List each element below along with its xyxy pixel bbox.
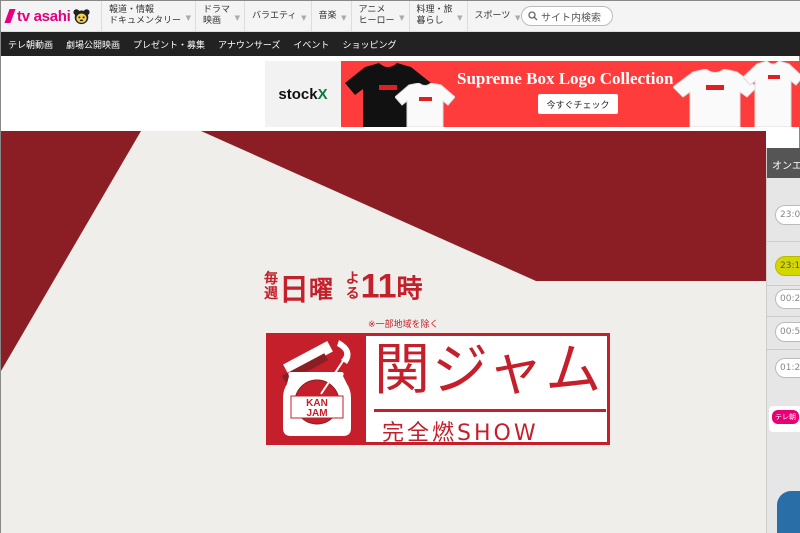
top-nav: tv asahi 報道・情報 ドキュメンタリー ▼ ドラマ 映画 ▼ バラエティ ▼ … [1, 0, 800, 32]
chevron-down-icon: ▼ [301, 13, 307, 22]
divider [767, 349, 800, 350]
title-divider [374, 409, 606, 412]
white-tshirt-image-3 [743, 61, 800, 127]
subnav-item-announcers[interactable]: アナウンサーズ [218, 38, 280, 51]
schedule-day: 日 [279, 273, 309, 308]
schedule-every-2: 週 [264, 286, 278, 302]
schedule-every: 毎週 [263, 272, 279, 302]
chevron-down-icon: ▼ [185, 13, 192, 22]
sub-nav: テレ朝動画 劇場公開映画 プレゼント・募集 アナウンサーズ イベント ショッピン… [1, 32, 800, 56]
gorilla-mascot-icon [73, 8, 91, 24]
ad-brand-x: X [317, 85, 328, 103]
stockx-logo: stock X [265, 61, 341, 127]
time-slot[interactable]: 23:00 [775, 205, 800, 225]
divider [767, 241, 800, 242]
search-placeholder: サイト内検索 [541, 12, 601, 24]
nav-label: 報道・情報 ドキュメンタリー [109, 5, 182, 26]
schedule-hour-suffix: 時 [396, 274, 423, 305]
logo-badge-jam: JAM [306, 408, 327, 419]
nav-anime-hero[interactable]: アニメ ヒーロー ▼ [350, 0, 409, 32]
logo-text: tv asahi [17, 7, 71, 25]
nav-label: アニメ ヒーロー [358, 5, 395, 26]
divider [767, 316, 800, 317]
chevron-down-icon: ▼ [457, 13, 463, 22]
ad-brand-prefix: stock [278, 85, 318, 103]
nav-label: ドラマ 映画 [203, 5, 231, 26]
onair-side-panel[interactable]: オンエア 23:00 23:15 00:20 00:50 01:20 [766, 148, 800, 533]
nav-variety[interactable]: バラエティ ▼ [244, 0, 310, 32]
program-subtitle: 完全燃SHOW [382, 421, 539, 446]
person-thumbnail [777, 491, 800, 533]
schedule-night: よる [345, 272, 361, 302]
subnav-item-movies[interactable]: 劇場公開映画 [66, 38, 120, 51]
subnav-item-tv-douga[interactable]: テレ朝動画 [8, 38, 53, 51]
logo-jar-panel: KAN JAM [269, 336, 366, 442]
logo-slash-icon [4, 9, 16, 23]
hero-banner[interactable]: 毎週日曜 よる11時 ※一部地域を除く KAN JAM 関ジャム 完全燃SHOW [1, 131, 766, 533]
nav-label: バラエティ [252, 10, 297, 21]
region-note: ※一部地域を除く [368, 320, 439, 330]
ad-title: Supreme Box Logo Collection [457, 69, 674, 88]
nav-drama-movie[interactable]: ドラマ 映画 ▼ [195, 0, 244, 32]
ad-banner[interactable]: stock X Supreme Box Logo Collection 今すぐチェ… [265, 61, 800, 127]
subnav-item-present[interactable]: プレゼント・募集 [133, 38, 205, 51]
nav-news-documentary[interactable]: 報道・情報 ドキュメンタリー ▼ [101, 0, 195, 32]
chevron-down-icon: ▼ [234, 13, 241, 22]
time-slot[interactable]: 00:50 [775, 322, 800, 342]
ad-cta-button[interactable]: 今すぐチェック [538, 94, 618, 114]
schedule-hour: 11 [360, 267, 397, 306]
tv-asahi-logo[interactable]: tv asahi [1, 1, 101, 32]
white-tshirt-image [395, 83, 455, 127]
schedule-every-1: 毎 [264, 271, 278, 287]
broadcast-schedule: 毎週日曜 よる11時 [263, 265, 423, 309]
nav-label: 料理・旅 暮らし [416, 5, 453, 26]
divider [767, 285, 800, 286]
tele-asa-badge[interactable]: テレ朝 [769, 406, 800, 432]
nav-music[interactable]: 音楽 ▼ [310, 0, 351, 32]
chevron-down-icon: ▼ [514, 13, 521, 22]
side-panel-heading: オンエア [767, 148, 800, 178]
badge-label: テレ朝 [772, 410, 799, 424]
search-icon [528, 11, 538, 21]
hero-background [1, 131, 766, 533]
chevron-down-icon: ▼ [399, 13, 405, 22]
time-slot[interactable]: 00:20 [775, 289, 800, 309]
schedule-day-suffix: 曜 [309, 275, 333, 304]
nav-label: 音楽 [318, 10, 337, 21]
site-search-input[interactable]: サイト内検索 [521, 6, 613, 26]
program-title: 関ジャム [374, 338, 604, 403]
jam-jar-icon: KAN JAM [281, 340, 351, 436]
subnav-item-events[interactable]: イベント [293, 38, 329, 51]
schedule-night-2: る [345, 286, 360, 302]
schedule-night-1: よ [345, 271, 360, 287]
subnav-item-shopping[interactable]: ショッピング [342, 38, 396, 51]
time-slot[interactable]: 01:20 [775, 358, 800, 378]
time-slot-current[interactable]: 23:15 [775, 256, 800, 276]
nav-label: スポーツ [474, 10, 511, 21]
program-logo: KAN JAM 関ジャム 完全燃SHOW [266, 333, 610, 446]
nav-cooking-travel[interactable]: 料理・旅 暮らし ▼ [408, 0, 467, 32]
nav-sports[interactable]: スポーツ ▼ [466, 0, 525, 32]
chevron-down-icon: ▼ [341, 13, 347, 22]
